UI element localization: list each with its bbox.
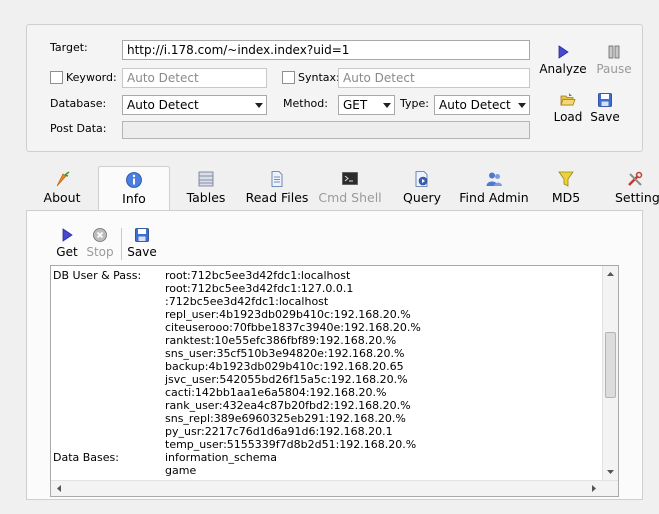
syntax-label: Syntax: [298, 71, 340, 84]
info-output-list[interactable]: DB User & Pass: root:712bc5ee3d42fdc1:lo… [50, 265, 619, 497]
database-value: information_schema [165, 451, 277, 464]
query-icon [415, 171, 428, 187]
save-output-button[interactable]: Save [127, 227, 157, 259]
table-icon [198, 171, 214, 187]
folder-open-icon [560, 93, 576, 106]
tab-settings[interactable]: Settings [610, 166, 659, 210]
save-config-label: Save [590, 110, 620, 124]
target-label: Target: [50, 41, 88, 54]
database-value: game [165, 464, 197, 477]
analyze-button[interactable]: Analyze [538, 44, 588, 76]
users-icon [486, 172, 502, 186]
load-button[interactable]: Load [550, 92, 586, 124]
method-select-value: GET [343, 98, 368, 112]
save-config-button[interactable]: Save [588, 92, 622, 124]
keyword-label: Keyword: [66, 71, 117, 84]
load-label: Load [553, 110, 583, 124]
keyword-checkbox[interactable] [50, 71, 63, 84]
db-user-value: backup:4b1923db029b410c:192.168.20.65 [165, 360, 404, 373]
file-icon [271, 171, 283, 187]
stop-button[interactable]: Stop [84, 227, 116, 259]
stop-label: Stop [86, 245, 114, 259]
floppy-disk-icon [135, 228, 149, 242]
tools-icon [628, 171, 643, 186]
tab-cmd-shell[interactable]: Cmd Shell [318, 166, 382, 210]
db-user-value: sns_user:35cf510b3e94820e:192.168.20.% [165, 347, 405, 360]
pause-button[interactable]: Pause [592, 44, 636, 76]
tab-read-files-label: Read Files [245, 190, 309, 205]
db-user-value: root:712bc5ee3d42fdc1:127.0.0.1 [165, 282, 354, 295]
db-user-value: :712bc5ee3d42fdc1:localhost [165, 295, 329, 308]
floppy-disk-icon [598, 93, 612, 107]
tab-tables-label: Tables [186, 190, 226, 205]
scroll-right-icon[interactable] [588, 481, 600, 496]
syntax-input[interactable]: Auto Detect [338, 68, 530, 88]
databases-label: Data Bases: [53, 451, 119, 464]
analyze-label: Analyze [539, 62, 587, 76]
tab-find-admin[interactable]: Find Admin [456, 166, 532, 210]
scroll-thumb[interactable] [605, 332, 616, 398]
stop-icon [93, 228, 107, 242]
db-user-value: ranktest:10e55efc386fbf89:192.168.20.% [165, 334, 397, 347]
info-icon [126, 172, 142, 188]
tab-about[interactable]: About [38, 166, 86, 210]
scroll-down-icon[interactable] [603, 466, 618, 478]
type-select-value: Auto Detect [439, 98, 511, 112]
carrot-icon [56, 171, 70, 187]
tab-read-files[interactable]: Read Files [243, 166, 311, 210]
postdata-label: Post Data: [50, 122, 107, 135]
db-user-value: jsvc_user:542055bd26f15a5c:192.168.20.% [165, 373, 408, 386]
play-icon [558, 45, 569, 59]
db-user-value: root:712bc5ee3d42fdc1:localhost [165, 269, 351, 282]
tab-about-label: About [43, 190, 81, 205]
get-button[interactable]: Get [54, 227, 80, 259]
postdata-input[interactable] [122, 121, 530, 139]
database-label: Database: [50, 97, 107, 110]
db-user-value: sns_repl:389e6960325eb291:192.168.20.% [165, 412, 406, 425]
db-user-value: rank_user:432ea4c87b20fbd2:192.168.20.% [165, 399, 411, 412]
target-url-input[interactable]: http://i.178.com/~index.index?uid=1 [122, 40, 530, 60]
tab-find-admin-label: Find Admin [459, 190, 529, 205]
type-label: Type: [400, 97, 429, 110]
tab-query-label: Query [403, 190, 441, 205]
tab-md5[interactable]: MD5 [546, 166, 586, 210]
chevron-down-icon [255, 103, 263, 108]
get-label: Get [56, 245, 78, 259]
syntax-checkbox[interactable] [282, 71, 295, 84]
tab-info[interactable]: Info [98, 166, 170, 210]
db-user-label: DB User & Pass: [53, 269, 142, 282]
pause-label: Pause [596, 62, 632, 76]
method-label: Method: [283, 97, 328, 110]
method-select[interactable]: GET [338, 95, 395, 115]
tab-info-label: Info [122, 191, 146, 206]
db-user-value: repl_user:4b1923db029b410c:192.168.20.% [165, 308, 411, 321]
database-select[interactable]: Auto Detect [122, 95, 267, 115]
database-select-value: Auto Detect [127, 98, 199, 112]
play-icon [62, 228, 73, 242]
pause-icon [608, 45, 620, 59]
type-select[interactable]: Auto Detect [434, 95, 530, 115]
tab-cmd-shell-label: Cmd Shell [318, 190, 382, 205]
tab-md5-label: MD5 [551, 190, 581, 205]
tab-query[interactable]: Query [399, 166, 445, 210]
scroll-left-icon[interactable] [53, 481, 65, 496]
console-icon [342, 172, 358, 185]
scroll-up-icon[interactable] [603, 268, 618, 280]
tab-settings-label: Settings [615, 190, 659, 205]
chevron-down-icon [383, 103, 391, 108]
keyword-input[interactable]: Auto Detect [122, 68, 267, 88]
vertical-scrollbar[interactable] [602, 266, 618, 480]
chevron-down-icon [518, 103, 526, 108]
db-user-value: py_usr:2217c76d1d6a91d6:192.168.20.1 [165, 425, 393, 438]
db-user-value: cacti:142bb1aa1e6a5804:192.168.20.% [165, 386, 387, 399]
toolbar-divider [121, 228, 122, 260]
horizontal-scrollbar[interactable] [51, 480, 618, 496]
db-user-value: temp_user:5155339f7d8b2d51:192.168.20.% [165, 438, 417, 451]
tab-tables[interactable]: Tables [180, 166, 232, 210]
save-output-label: Save [127, 245, 157, 259]
funnel-icon [558, 171, 574, 187]
db-user-value: citeuserooo:70fbbe1837c3940e:192.168.20.… [165, 321, 421, 334]
